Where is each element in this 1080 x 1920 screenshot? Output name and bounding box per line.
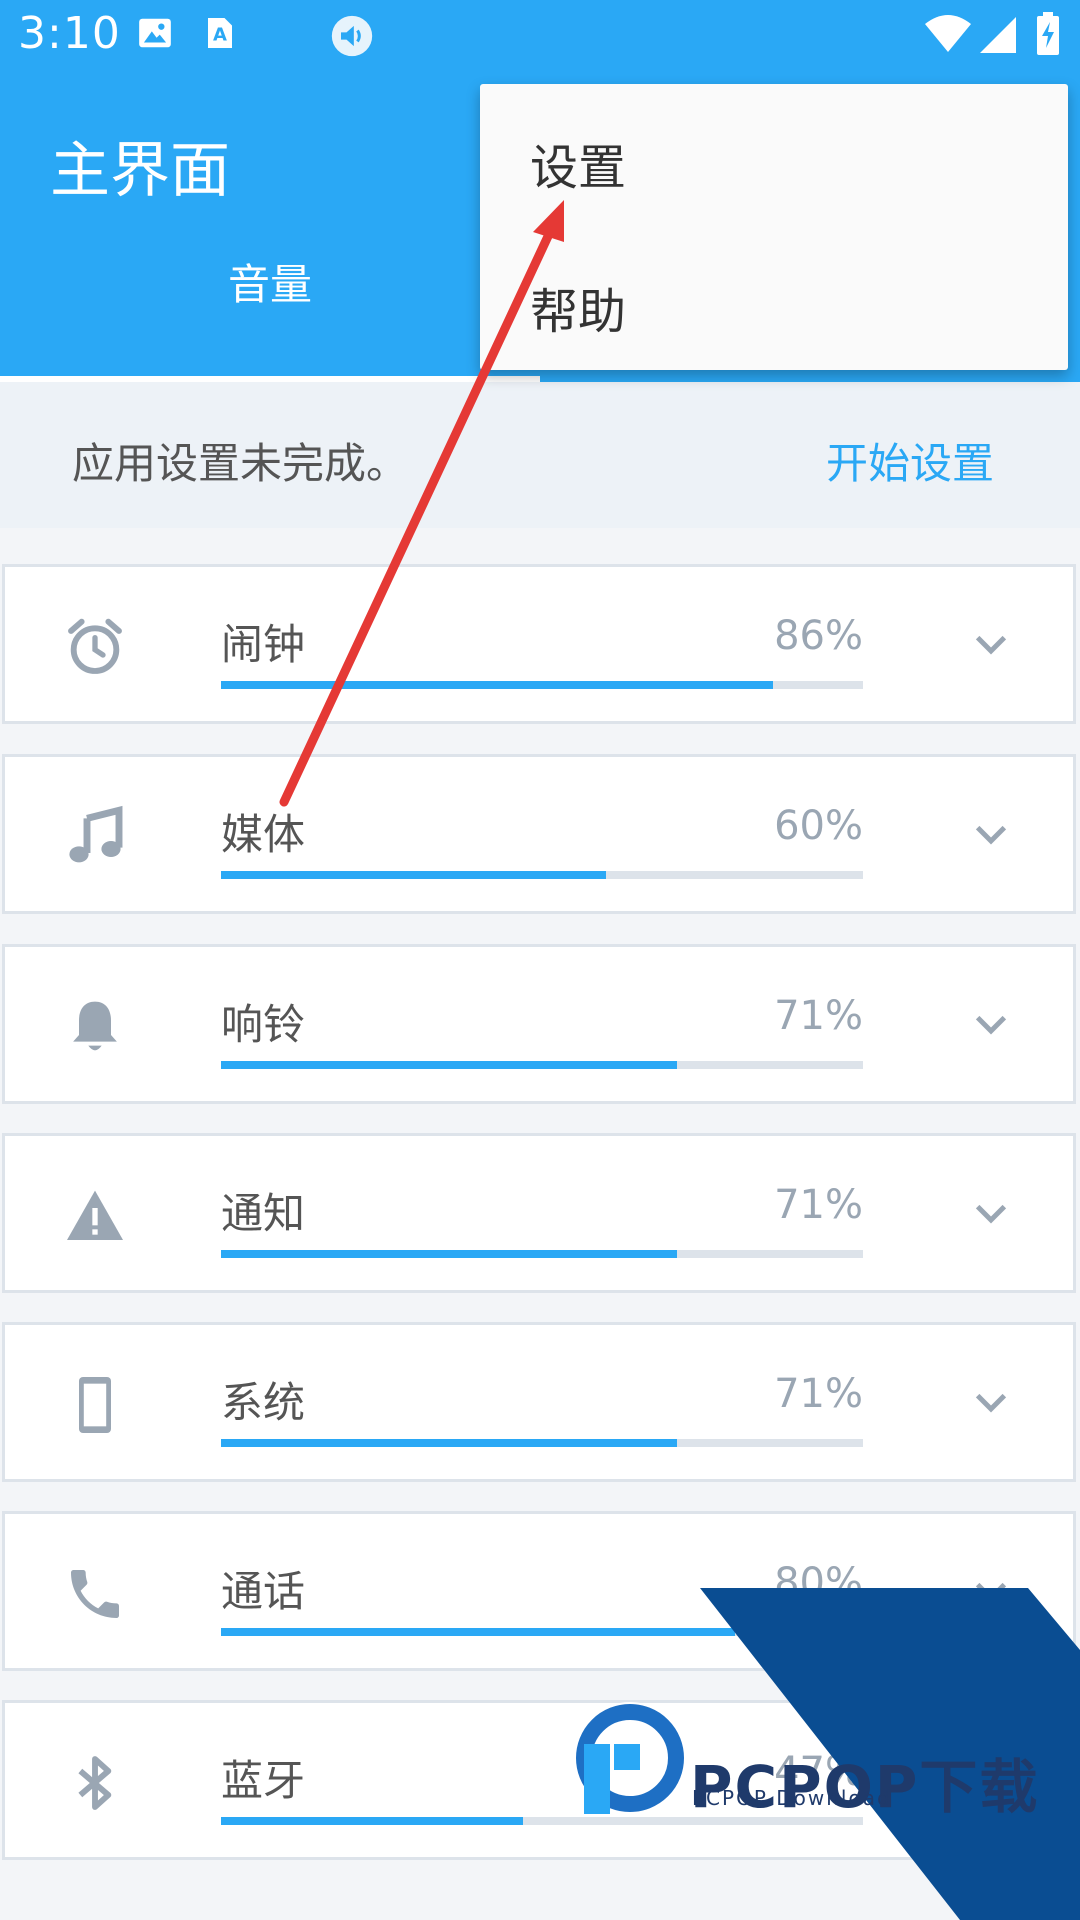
volume-label: 响铃 <box>221 1000 306 1049</box>
volume-percent: 71% <box>774 1371 863 1417</box>
text-a-icon: A <box>208 18 232 48</box>
chevron-down-icon[interactable] <box>971 1198 1011 1232</box>
page-title: 主界面 <box>50 136 230 206</box>
bluetooth-icon <box>78 1756 112 1810</box>
bell-icon <box>73 1001 117 1051</box>
volume-slider-fill <box>221 1628 735 1636</box>
volume-slider-fill <box>221 681 774 689</box>
app-root: 3:10 A 主界面 音量 设置 帮助 应用设置未完成。 开始设置 闹钟 86%… <box>0 0 1080 1920</box>
volume-slider[interactable] <box>221 1061 863 1069</box>
cell-signal-icon <box>980 17 1016 53</box>
image-icon <box>139 18 171 48</box>
volume-card-notification: 通知 71% <box>2 1133 1076 1293</box>
volume-icon <box>331 15 373 57</box>
volume-percent: 60% <box>774 803 863 849</box>
volume-percent: 71% <box>774 1182 863 1228</box>
wifi-icon <box>925 15 971 52</box>
volume-slider-fill <box>221 871 607 879</box>
watermark-brand: PCPOP下载 <box>690 1753 1040 1821</box>
volume-slider[interactable] <box>221 1250 863 1258</box>
menu-item-settings[interactable]: 设置 <box>530 128 626 198</box>
watermark-sub: PCPOP Download <box>692 1786 892 1810</box>
volume-slider-fill <box>221 1061 677 1069</box>
chevron-down-icon[interactable] <box>971 1009 1011 1043</box>
chevron-down-icon[interactable] <box>971 1387 1011 1421</box>
menu-item-help[interactable]: 帮助 <box>530 272 626 342</box>
volume-slider[interactable] <box>221 871 863 879</box>
setup-banner: 应用设置未完成。 开始设置 <box>0 382 1080 528</box>
tab-volume[interactable]: 音量 <box>0 240 540 330</box>
volume-slider-fill <box>221 1817 523 1825</box>
volume-slider-fill <box>221 1250 677 1258</box>
volume-card-ringer: 响铃 71% <box>2 944 1076 1104</box>
start-setup-button[interactable]: 开始设置 <box>826 430 994 491</box>
volume-label: 蓝牙 <box>221 1756 306 1805</box>
volume-percent: 71% <box>774 993 863 1039</box>
setup-message: 应用设置未完成。 <box>72 439 409 488</box>
chevron-down-icon[interactable] <box>971 819 1011 853</box>
alarm-icon <box>68 618 122 674</box>
volume-label: 系统 <box>221 1378 306 1427</box>
music-note-icon <box>69 805 123 863</box>
tab-volume-label: 音量 <box>227 260 312 309</box>
volume-slider-fill <box>221 1439 677 1447</box>
warning-icon <box>67 1190 123 1240</box>
volume-card-alarm: 闹钟 86% <box>2 564 1076 724</box>
chevron-down-icon[interactable] <box>971 1576 1011 1610</box>
volume-label: 通知 <box>221 1189 306 1238</box>
volume-card-call: 通话 80% <box>2 1511 1076 1671</box>
volume-label: 闹钟 <box>221 620 306 669</box>
overflow-menu: 设置 帮助 <box>480 84 1068 370</box>
battery-charging-icon <box>1037 12 1059 55</box>
phone-device-icon <box>79 1377 111 1433</box>
volume-percent: 80% <box>774 1560 863 1606</box>
volume-slider[interactable] <box>221 681 863 689</box>
volume-percent: 86% <box>774 613 863 659</box>
volume-card-media: 媒体 60% <box>2 754 1076 914</box>
phone-call-icon <box>71 1570 119 1618</box>
svg-text:A: A <box>213 25 227 46</box>
chevron-down-icon[interactable] <box>971 629 1011 663</box>
volume-label: 通话 <box>221 1567 306 1616</box>
volume-slider[interactable] <box>221 1439 863 1447</box>
volume-card-system: 系统 71% <box>2 1322 1076 1482</box>
volume-slider[interactable] <box>221 1628 863 1636</box>
status-time: 3:10 <box>18 8 121 59</box>
status-bar: 3:10 A <box>0 0 1080 72</box>
volume-label: 媒体 <box>221 810 306 859</box>
